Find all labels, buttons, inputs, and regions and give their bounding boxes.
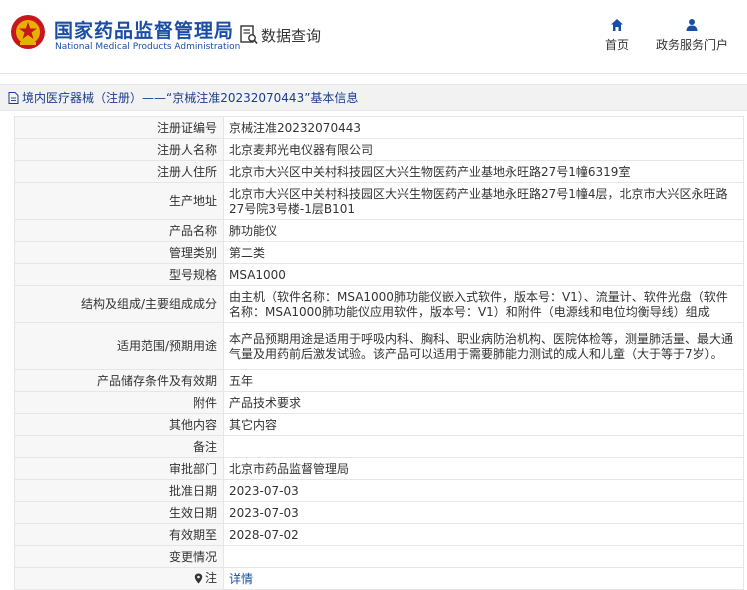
row-value: 北京市大兴区中关村科技园区大兴生物医药产业基地永旺路27号1幢4层，北京市大兴区… xyxy=(223,182,744,220)
national-emblem-icon xyxy=(11,15,45,49)
row-label: 注册人住所 xyxy=(14,160,224,183)
table-row: 审批部门 北京市药品监督管理局 xyxy=(14,457,744,480)
table-row: 有效期至 2028-07-02 xyxy=(14,523,744,546)
table-row: 变更情况 xyxy=(14,545,744,568)
row-label: 生效日期 xyxy=(14,501,224,524)
row-label: 管理类别 xyxy=(14,241,224,264)
home-icon xyxy=(611,19,623,31)
row-label: 注册证编号 xyxy=(14,116,224,139)
table-row-note: 注 详情 xyxy=(14,567,744,590)
row-label: 注册人名称 xyxy=(14,138,224,161)
row-label: 有效期至 xyxy=(14,523,224,546)
table-row: 批准日期 2023-07-03 xyxy=(14,479,744,502)
row-label: 批准日期 xyxy=(14,479,224,502)
note-value-cell: 详情 xyxy=(223,567,744,590)
row-label: 产品名称 xyxy=(14,219,224,242)
row-value: 2023-07-03 xyxy=(223,501,744,524)
row-value: 本产品预期用途是适用于呼吸内科、胸科、职业病防治机构、医院体检等，测量肺活量、最… xyxy=(223,322,744,370)
row-label: 其他内容 xyxy=(14,413,224,436)
table-row: 注册证编号 京械注准20232070443 xyxy=(14,116,744,139)
table-row: 注册人名称 北京麦邦光电仪器有限公司 xyxy=(14,138,744,161)
registration-info-table: 注册证编号 京械注准20232070443 注册人名称 北京麦邦光电仪器有限公司… xyxy=(14,116,744,590)
table-row: 适用范围/预期用途 本产品预期用途是适用于呼吸内科、胸科、职业病防治机构、医院体… xyxy=(14,322,744,370)
breadcrumb-text: 境内医疗器械（注册）——“京械注准20232070443”基本信息 xyxy=(22,91,359,105)
row-value: 京械注准20232070443 xyxy=(223,116,744,139)
row-value: 北京麦邦光电仪器有限公司 xyxy=(223,138,744,161)
user-icon xyxy=(686,19,698,31)
document-icon xyxy=(8,91,19,104)
nav-home[interactable]: 首页 xyxy=(600,18,634,53)
table-row: 备注 xyxy=(14,435,744,458)
row-value: 其它内容 xyxy=(223,413,744,436)
nav-home-label: 首页 xyxy=(604,38,629,52)
row-value: MSA1000 xyxy=(223,263,744,286)
row-value: 产品技术要求 xyxy=(223,391,744,414)
row-value: 2023-07-03 xyxy=(223,479,744,502)
table-row: 生产地址 北京市大兴区中关村科技园区大兴生物医药产业基地永旺路27号1幢4层，北… xyxy=(14,182,744,220)
header-divider xyxy=(0,73,747,74)
search-document-icon xyxy=(240,25,258,45)
row-value xyxy=(223,545,744,568)
row-label: 附件 xyxy=(14,391,224,414)
site-header: 国家药品监督管理局 National Medical Products Admi… xyxy=(0,0,747,72)
brand-title: 国家药品监督管理局 xyxy=(54,20,235,42)
nav-portal-label: 政务服务门户 xyxy=(655,38,728,52)
row-label: 适用范围/预期用途 xyxy=(14,322,224,370)
row-label: 审批部门 xyxy=(14,457,224,480)
detail-link[interactable]: 详情 xyxy=(229,572,253,586)
row-value: 2028-07-02 xyxy=(223,523,744,546)
row-label: 型号规格 xyxy=(14,263,224,286)
table-row: 注册人住所 北京市大兴区中关村科技园区大兴生物医药产业基地永旺路27号1幢631… xyxy=(14,160,744,183)
nav-service-portal[interactable]: 政务服务门户 xyxy=(650,18,734,53)
row-value xyxy=(223,435,744,458)
row-value: 由主机（软件名称：MSA1000肺功能仪嵌入式软件，版本号：V1）、流量计、软件… xyxy=(223,285,744,323)
row-label: 产品储存条件及有效期 xyxy=(14,369,224,392)
table-row: 其他内容 其它内容 xyxy=(14,413,744,436)
row-value: 五年 xyxy=(223,369,744,392)
data-query-link[interactable]: 数据查询 xyxy=(240,24,321,46)
table-row: 结构及组成/主要组成成分 由主机（软件名称：MSA1000肺功能仪嵌入式软件，版… xyxy=(14,285,744,323)
note-label-cell: 注 xyxy=(14,567,224,590)
note-label-text: 注 xyxy=(204,570,217,585)
row-label: 备注 xyxy=(14,435,224,458)
table-row: 管理类别 第二类 xyxy=(14,241,744,264)
table-row: 产品名称 肺功能仪 xyxy=(14,219,744,242)
row-value: 北京市大兴区中关村科技园区大兴生物医药产业基地永旺路27号1幢6319室 xyxy=(223,160,744,183)
table-row: 型号规格 MSA1000 xyxy=(14,263,744,286)
brand-subtitle: National Medical Products Administration xyxy=(55,42,241,52)
row-value: 第二类 xyxy=(223,241,744,264)
row-label: 结构及组成/主要组成成分 xyxy=(14,285,224,323)
row-label: 生产地址 xyxy=(14,182,224,220)
pin-icon xyxy=(194,573,203,583)
table-row: 附件 产品技术要求 xyxy=(14,391,744,414)
table-row: 生效日期 2023-07-03 xyxy=(14,501,744,524)
row-value: 北京市药品监督管理局 xyxy=(223,457,744,480)
table-row: 产品储存条件及有效期 五年 xyxy=(14,369,744,392)
breadcrumb: 境内医疗器械（注册）——“京械注准20232070443”基本信息 xyxy=(0,84,747,111)
row-value: 肺功能仪 xyxy=(223,219,744,242)
note-label: 注 xyxy=(194,571,217,586)
row-label: 变更情况 xyxy=(14,545,224,568)
data-query-label: 数据查询 xyxy=(261,26,322,45)
